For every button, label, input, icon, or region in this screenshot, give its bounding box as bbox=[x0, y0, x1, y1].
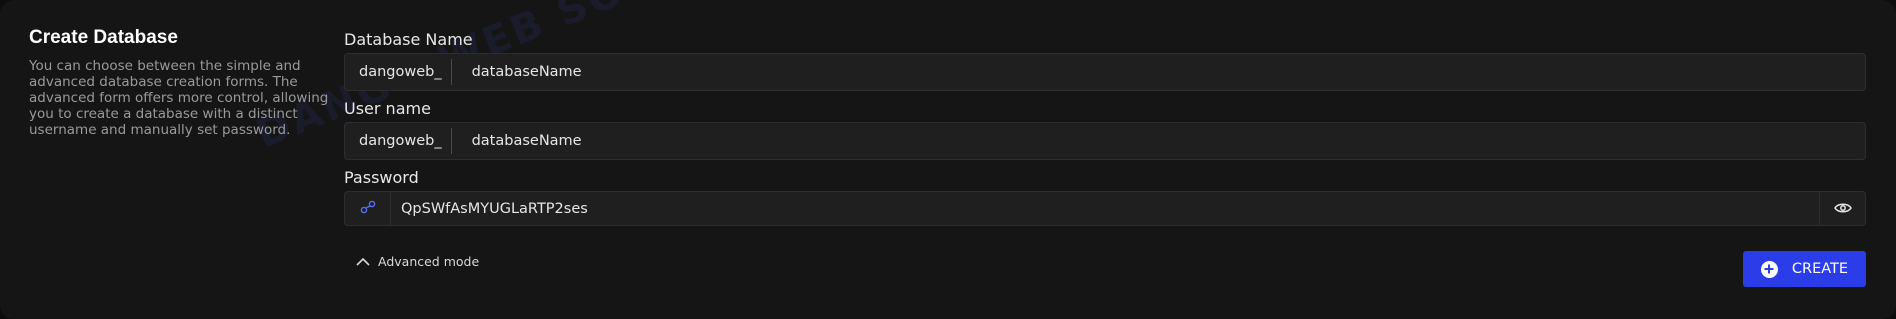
create-button-label: CREATE bbox=[1791, 261, 1849, 277]
eye-icon bbox=[1833, 199, 1852, 218]
toggle-password-visibility-button[interactable] bbox=[1819, 192, 1865, 225]
chevron-up-icon bbox=[356, 254, 370, 269]
create-database-card: DANGO WEB SOLUTIONS Create Database You … bbox=[0, 0, 1896, 319]
section-info: Create Database You can choose between t… bbox=[29, 26, 331, 138]
database-name-label: Database Name bbox=[344, 30, 473, 49]
generate-password-button[interactable] bbox=[345, 192, 391, 225]
user-name-label: User name bbox=[344, 99, 431, 118]
database-name-input[interactable] bbox=[461, 54, 1865, 90]
user-name-field: dangoweb_ bbox=[344, 122, 1866, 160]
database-name-prefix: dangoweb_ bbox=[345, 54, 462, 90]
plus-circle-icon bbox=[1760, 260, 1778, 278]
advanced-mode-label: Advanced mode bbox=[378, 254, 480, 269]
user-name-input[interactable] bbox=[461, 123, 1865, 159]
password-field bbox=[344, 191, 1866, 226]
password-label: Password bbox=[344, 168, 419, 187]
password-input[interactable] bbox=[391, 192, 1819, 225]
database-name-field: dangoweb_ bbox=[344, 53, 1866, 91]
advanced-mode-toggle[interactable]: Advanced mode bbox=[356, 254, 479, 269]
section-description: You can choose between the simple and ad… bbox=[29, 58, 329, 138]
create-button[interactable]: CREATE bbox=[1743, 251, 1866, 287]
section-title: Create Database bbox=[29, 27, 178, 48]
key-generate-icon bbox=[360, 199, 376, 218]
user-name-prefix: dangoweb_ bbox=[345, 123, 462, 159]
